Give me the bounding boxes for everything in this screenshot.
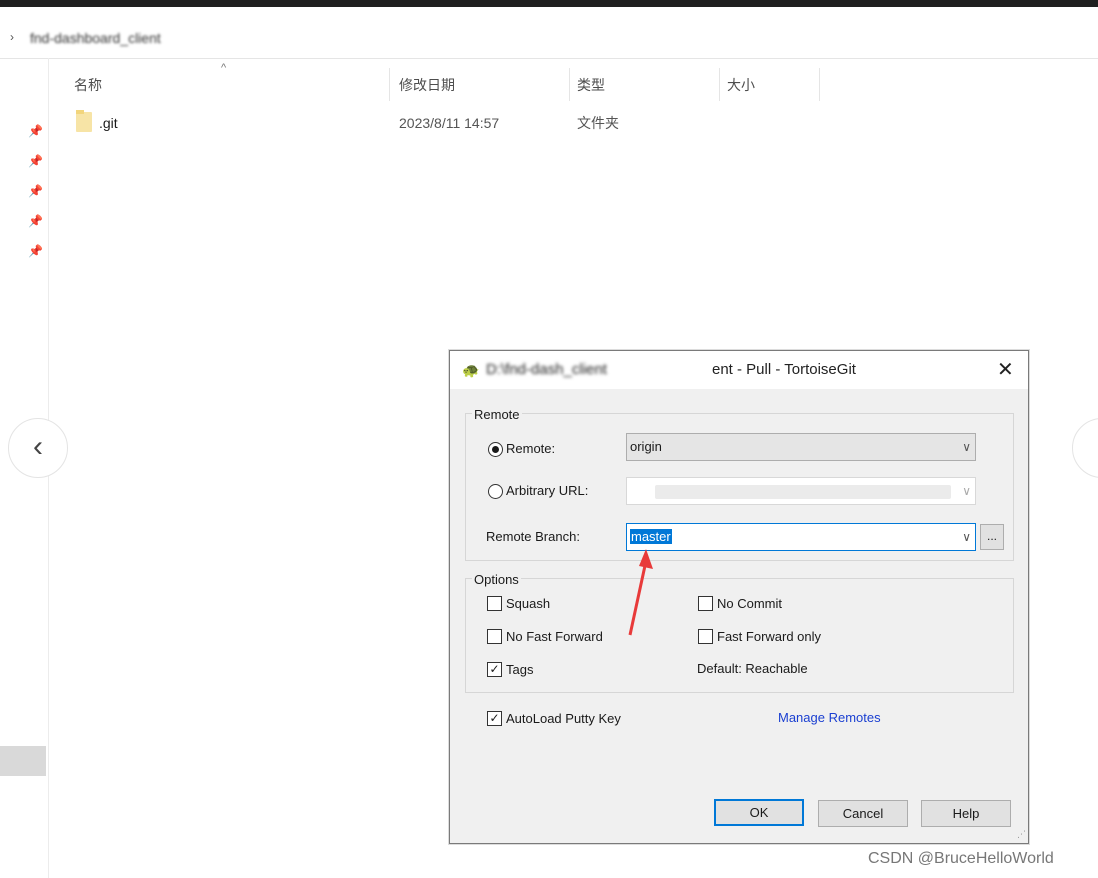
no-commit-label: No Commit: [717, 596, 783, 611]
remote-select[interactable]: origin ∨: [626, 433, 976, 461]
breadcrumb-path[interactable]: fnd-dashboard_client: [30, 30, 161, 46]
chevron-down-icon: ∨: [962, 440, 971, 454]
cancel-button[interactable]: Cancel: [818, 800, 908, 827]
remote-branch-input[interactable]: master ∨: [626, 523, 976, 551]
watermark: CSDN @BruceHelloWorld: [868, 850, 1054, 867]
remote-branch-label: Remote Branch:: [486, 529, 580, 544]
options-group-label: Options: [472, 572, 521, 587]
browse-branch-button[interactable]: ...: [980, 524, 1004, 550]
dialog-title: ent - Pull - TortoiseGit: [712, 361, 856, 378]
help-button[interactable]: Help: [921, 800, 1011, 827]
autoload-putty-label: AutoLoad Putty Key: [506, 711, 621, 726]
blurred-url: [655, 485, 951, 499]
arrow-shaft: [628, 560, 648, 636]
column-header-type[interactable]: 类型: [577, 66, 712, 102]
tags-default-text: Default: Reachable: [697, 661, 808, 676]
file-name: .git: [99, 115, 118, 131]
remote-group-label: Remote: [472, 407, 522, 422]
folder-icon: [76, 110, 92, 132]
fast-forward-only-label: Fast Forward only: [717, 629, 822, 644]
manage-remotes-link[interactable]: Manage Remotes: [778, 710, 881, 725]
chevron-down-icon: ∨: [962, 530, 971, 544]
pin-icon: 📌: [28, 244, 43, 258]
squash-checkbox[interactable]: [487, 596, 502, 611]
red-annotation-arrow: [628, 549, 653, 636]
remote-label: Remote:: [506, 441, 556, 456]
column-divider[interactable]: [819, 68, 820, 101]
resize-grip-icon[interactable]: ⋰: [1017, 829, 1026, 840]
arbitrary-url-label: Arbitrary URL:: [506, 483, 589, 498]
tags-label: Tags: [506, 662, 534, 677]
chevron-right-icon[interactable]: ›: [10, 30, 14, 44]
address-bar[interactable]: › fnd-dashboard_client: [0, 20, 1098, 59]
tortoisegit-icon: 🐢: [462, 362, 480, 378]
ok-button[interactable]: OK: [714, 799, 804, 826]
column-divider[interactable]: [719, 68, 720, 101]
pin-icon: 📌: [28, 154, 43, 168]
fast-forward-only-checkbox[interactable]: [698, 629, 713, 644]
pin-icon: 📌: [28, 214, 43, 228]
dialog-title-bar[interactable]: 🐢 D:\fnd-dash_client ent - Pull - Tortoi…: [450, 351, 1028, 389]
arbitrary-url-radio[interactable]: [488, 484, 503, 499]
pull-dialog: 🐢 D:\fnd-dash_client ent - Pull - Tortoi…: [449, 350, 1029, 844]
column-header-name[interactable]: 名称: [74, 66, 384, 102]
pin-icon: 📌: [28, 184, 43, 198]
chevron-down-icon: ∨: [962, 484, 971, 498]
arrow-head: [639, 549, 653, 569]
remote-radio[interactable]: [488, 442, 503, 457]
dialog-title-path: D:\fnd-dash_client: [486, 361, 607, 378]
column-header-size[interactable]: 大小: [727, 66, 812, 102]
file-modified: 2023/8/11 14:57: [399, 115, 500, 131]
no-fast-forward-checkbox[interactable]: [487, 629, 502, 644]
column-header-modified[interactable]: 修改日期: [399, 66, 564, 102]
remote-branch-value: master: [630, 529, 672, 544]
column-divider[interactable]: [389, 68, 390, 101]
squash-label: Squash: [506, 596, 551, 611]
next-arrow-button[interactable]: ›: [1072, 418, 1098, 478]
pin-icon: 📌: [28, 124, 43, 138]
file-type: 文件夹: [577, 115, 619, 131]
remote-select-value: origin: [630, 439, 662, 454]
previous-arrow-button[interactable]: ‹: [8, 418, 68, 478]
nav-selected-item[interactable]: [0, 746, 46, 776]
close-icon[interactable]: ✕: [997, 357, 1014, 382]
autoload-putty-checkbox[interactable]: ✓: [487, 711, 502, 726]
no-fast-forward-label: No Fast Forward: [506, 629, 603, 644]
arbitrary-url-input[interactable]: ∨: [626, 477, 976, 505]
column-divider[interactable]: [569, 68, 570, 101]
no-commit-checkbox[interactable]: [698, 596, 713, 611]
window-top-bar: [0, 0, 1098, 7]
tags-checkbox[interactable]: ✓: [487, 662, 502, 677]
